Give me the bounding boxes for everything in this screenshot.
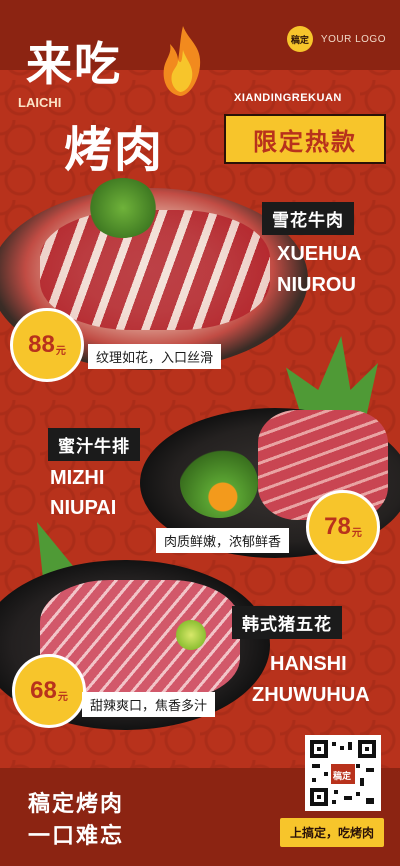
- slogan-line-1: 稿定烤肉: [28, 792, 125, 817]
- item-3-pinyin-1: HANSHI: [270, 653, 347, 675]
- title-line-2: 烤肉: [64, 122, 165, 178]
- item-2-price: 78: [324, 513, 351, 540]
- tag-pinyin: XIANDINGREKUAN: [234, 92, 342, 104]
- slogan-line-2: 一口难忘: [28, 824, 125, 849]
- brand[interactable]: 稿定 YOUR LOGO: [286, 26, 386, 52]
- dish-2-garnish: [180, 448, 258, 518]
- item-3-price: 68: [30, 677, 57, 704]
- item-2-pinyin-1: MIZHI: [50, 467, 105, 489]
- item-1-name: 雪花牛肉: [262, 202, 354, 235]
- logo-badge: 稿定: [286, 26, 313, 52]
- item-1-price: 88: [28, 331, 55, 358]
- item-2-pinyin-2: NIUPAI: [50, 497, 117, 519]
- flame-icon: [163, 26, 201, 96]
- item-2-name: 蜜汁牛排: [48, 428, 140, 461]
- title-pinyin: LAICHI: [18, 95, 62, 110]
- dish-1-garnish: [88, 178, 158, 238]
- limited-tag: 限定热款: [224, 114, 386, 164]
- qr-code[interactable]: 稿定: [305, 735, 381, 811]
- item-1-price-unit: 元: [55, 345, 66, 357]
- dish-1-meat: [40, 210, 270, 330]
- item-1-price-badge: 88 元: [10, 308, 84, 382]
- dish-3-lime: [176, 620, 206, 650]
- item-3-price-unit: 元: [57, 691, 68, 703]
- item-1-pinyin-2: NIUROU: [277, 274, 356, 296]
- item-2-desc: 肉质鲜嫩，浓郁鲜香: [156, 528, 290, 553]
- item-3-desc: 甜辣爽口，焦香多汁: [82, 692, 216, 717]
- item-2-price-badge: 78 元: [306, 490, 380, 564]
- cta-badge[interactable]: 上搞定，吃烤肉: [279, 818, 384, 847]
- item-3-name: 韩式猪五花: [232, 606, 342, 639]
- qr-center-label: 稿定: [333, 772, 352, 782]
- item-1-pinyin-1: XUEHUA: [277, 243, 362, 265]
- item-2-price-unit: 元: [351, 527, 362, 539]
- item-1-desc: 纹理如花，入口丝滑: [88, 344, 222, 369]
- title-line-1: 来吃: [26, 37, 122, 91]
- poster: 稿定 YOUR LOGO 来吃 LAICHI 烤肉 XIANDINGREKUAN…: [0, 0, 400, 866]
- logo-text: YOUR LOGO: [320, 33, 386, 45]
- item-3-price-badge: 68 元: [12, 654, 86, 728]
- item-3-pinyin-2: ZHUWUHUA: [252, 684, 370, 706]
